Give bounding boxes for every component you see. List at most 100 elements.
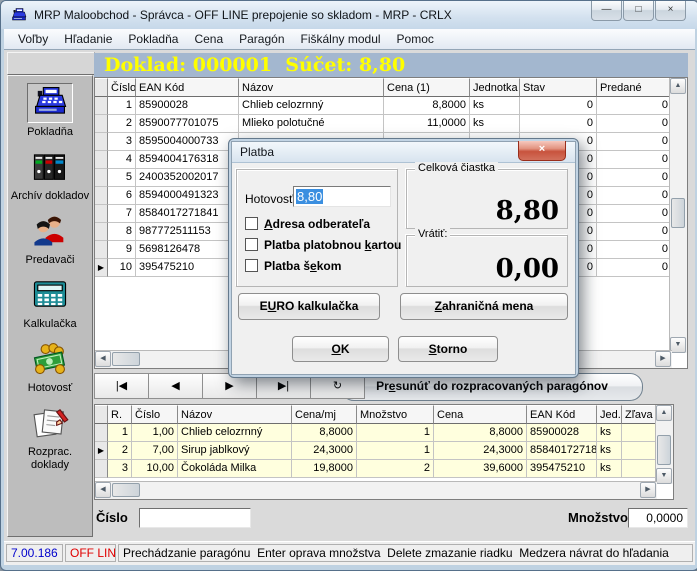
- hotovost-input[interactable]: 8,80: [293, 186, 391, 207]
- menu-item-vo-by[interactable]: Voľby: [10, 30, 56, 48]
- vertical-scrollbar[interactable]: ▲▼: [669, 78, 687, 353]
- cell-cislo[interactable]: 9: [108, 241, 136, 259]
- table-row[interactable]: 185900028Chlieb celozrnný8,8000ks00: [95, 97, 687, 115]
- cell-ean[interactable]: 8594004176318: [136, 151, 239, 169]
- cell-cislo[interactable]: 10: [108, 259, 136, 277]
- cell-predane[interactable]: 0: [597, 187, 672, 205]
- scroll-down-icon[interactable]: ▼: [656, 468, 672, 484]
- cell-predane[interactable]: 0: [597, 241, 672, 259]
- cell-ean[interactable]: 8590077701075: [136, 115, 239, 133]
- scrollbar-thumb[interactable]: [112, 483, 140, 497]
- cell-r[interactable]: 2: [108, 442, 132, 460]
- cell-cislo[interactable]: 6: [108, 187, 136, 205]
- mnozstvo-input[interactable]: [628, 508, 688, 528]
- cell-ean[interactable]: 85900028: [136, 97, 239, 115]
- cell-predane[interactable]: 0: [597, 223, 672, 241]
- cell-nazov[interactable]: Chlieb celozrnný: [178, 424, 292, 442]
- cell-jed[interactable]: ks: [597, 460, 622, 478]
- cell-predane[interactable]: 0: [597, 115, 672, 133]
- cell-cislo[interactable]: 3: [108, 133, 136, 151]
- cell-ean[interactable]: 8594000491323: [136, 187, 239, 205]
- checkbox-icon[interactable]: [245, 217, 258, 230]
- cell-cena[interactable]: 11,0000: [384, 115, 470, 133]
- cell-cena[interactable]: 8,8000: [384, 97, 470, 115]
- cell-jed[interactable]: ks: [597, 424, 622, 442]
- dialog-close-icon[interactable]: ×: [518, 141, 566, 161]
- menu-item-parag-n[interactable]: Paragón: [231, 30, 292, 48]
- cell-mnozstvo[interactable]: 2: [357, 460, 434, 478]
- menu-item-poklad-a[interactable]: Pokladňa: [120, 30, 186, 48]
- scrollbar-thumb[interactable]: [112, 352, 140, 366]
- cell-nazov[interactable]: Chlieb celozrnný: [239, 97, 384, 115]
- cell-zlava[interactable]: [622, 460, 657, 478]
- cell-ean[interactable]: 8584017271841: [527, 442, 597, 460]
- title-bar[interactable]: MRP Maloobchod - Správca - OFF LINE prep…: [1, 1, 697, 29]
- table-row[interactable]: 310,00Čokoláda Milka19,8000239,600039547…: [95, 460, 673, 478]
- cell-predane[interactable]: 0: [597, 97, 672, 115]
- scroll-left-icon[interactable]: ◀: [95, 482, 111, 498]
- cell-ean[interactable]: 8595004000733: [136, 133, 239, 151]
- cell-ean[interactable]: 2400352002017: [136, 169, 239, 187]
- checkbox-label[interactable]: Platba platobnou kartou: [264, 238, 401, 252]
- scroll-up-icon[interactable]: ▲: [656, 405, 672, 421]
- sidebar-item-predava-i[interactable]: Predavači: [8, 212, 92, 267]
- cell-zlava[interactable]: [622, 442, 657, 460]
- nav-prior-button[interactable]: ◀: [148, 373, 203, 399]
- cell-r[interactable]: 3: [108, 460, 132, 478]
- cell-jed[interactable]: ks: [597, 442, 622, 460]
- cell-cislo[interactable]: 8: [108, 223, 136, 241]
- sidebar-item-arch-v-dokladov[interactable]: Archív dokladov: [8, 148, 92, 203]
- cell-cena_mj[interactable]: 8,8000: [292, 424, 357, 442]
- cell-cena_mj[interactable]: 19,8000: [292, 460, 357, 478]
- maximize-button[interactable]: □: [623, 1, 654, 21]
- cell-ean[interactable]: 8584017271841: [136, 205, 239, 223]
- close-button[interactable]: ×: [655, 1, 686, 21]
- menu-item-fi-k-lny-modul[interactable]: Fiškálny modul: [293, 30, 389, 48]
- cell-predane[interactable]: 0: [597, 259, 672, 277]
- menu-item-pomoc[interactable]: Pomoc: [389, 30, 442, 48]
- cell-predane[interactable]: 0: [597, 169, 672, 187]
- table-row[interactable]: 28590077701075Mlieko polotučné11,0000ks0…: [95, 115, 687, 133]
- sidebar-item-poklad-a[interactable]: Pokladňa: [8, 83, 92, 139]
- cell-cislo[interactable]: 7: [108, 205, 136, 223]
- cell-nazov[interactable]: Sirup jablkový: [178, 442, 292, 460]
- cell-cena[interactable]: 24,3000: [434, 442, 527, 460]
- checkbox-label[interactable]: Platba šekom: [264, 259, 341, 273]
- cislo-input[interactable]: [139, 508, 251, 528]
- cell-ean[interactable]: 5698126478: [136, 241, 239, 259]
- cell-cena[interactable]: 8,8000: [434, 424, 527, 442]
- cell-zlava[interactable]: [622, 424, 657, 442]
- ok-button[interactable]: OK: [292, 336, 389, 362]
- sidebar-item-hotovos-[interactable]: Hotovosť: [8, 340, 92, 395]
- cell-cislo[interactable]: 1,00: [132, 424, 178, 442]
- table-row[interactable]: ▶27,00Sirup jablkový24,3000124,300085840…: [95, 442, 673, 460]
- cell-mnozstvo[interactable]: 1: [357, 442, 434, 460]
- scroll-left-icon[interactable]: ◀: [95, 351, 111, 367]
- cell-nazov[interactable]: Čokoláda Milka: [178, 460, 292, 478]
- minimize-button[interactable]: —: [591, 1, 622, 21]
- cell-cena_mj[interactable]: 24,3000: [292, 442, 357, 460]
- cell-jednotka[interactable]: ks: [470, 115, 520, 133]
- cell-stav[interactable]: 0: [520, 115, 597, 133]
- cell-cislo[interactable]: 10,00: [132, 460, 178, 478]
- cell-predane[interactable]: 0: [597, 151, 672, 169]
- table-row[interactable]: 11,00Chlieb celozrnný8,800018,8000859000…: [95, 424, 673, 442]
- cell-cislo[interactable]: 7,00: [132, 442, 178, 460]
- euro-calculator-button[interactable]: EURO kalkulačka: [238, 293, 380, 320]
- storno-button[interactable]: Storno: [398, 336, 498, 362]
- cell-cislo[interactable]: 2: [108, 115, 136, 133]
- cell-r[interactable]: 1: [108, 424, 132, 442]
- scroll-up-icon[interactable]: ▲: [670, 78, 686, 94]
- cell-predane[interactable]: 0: [597, 133, 672, 151]
- checkbox-icon[interactable]: [245, 259, 258, 272]
- sidebar-item-kalkula-ka[interactable]: Kalkulačka: [8, 276, 92, 331]
- cell-nazov[interactable]: Mlieko polotučné: [239, 115, 384, 133]
- cell-predane[interactable]: 0: [597, 205, 672, 223]
- cell-cislo[interactable]: 1: [108, 97, 136, 115]
- checkbox-label[interactable]: Adresa odberateľa: [264, 217, 370, 231]
- scroll-right-icon[interactable]: ▶: [640, 482, 656, 498]
- scrollbar-thumb[interactable]: [671, 198, 685, 228]
- cell-ean[interactable]: 395475210: [136, 259, 239, 277]
- cell-cislo[interactable]: 4: [108, 151, 136, 169]
- cell-cena[interactable]: 39,6000: [434, 460, 527, 478]
